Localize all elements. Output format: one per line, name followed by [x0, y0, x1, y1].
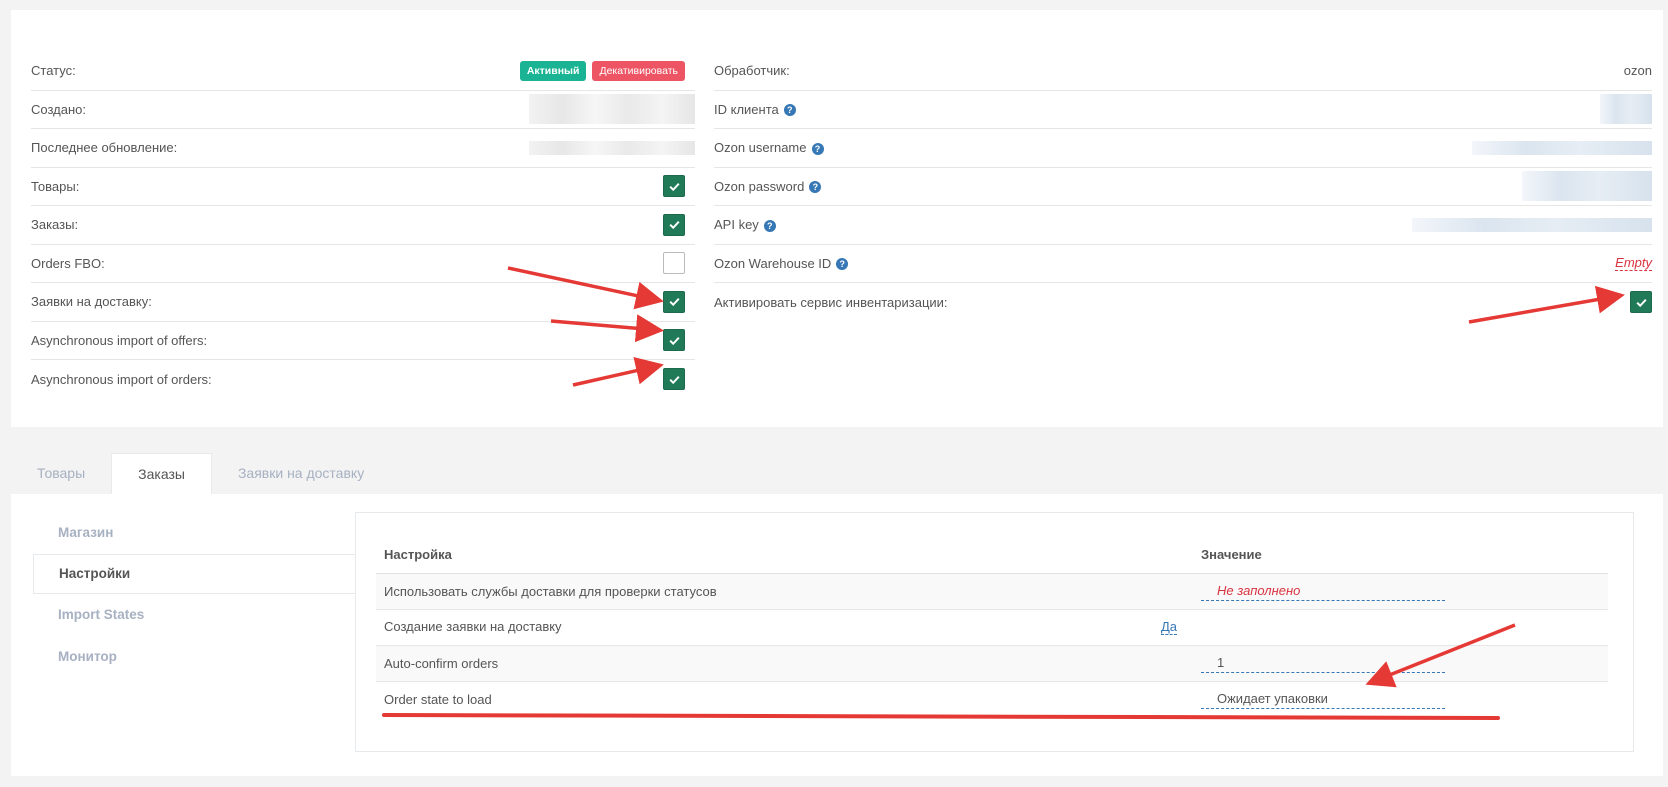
handler-value: ozon	[1623, 63, 1652, 79]
orders-row: Заказы:	[31, 206, 695, 245]
side-item-monitor[interactable]: Монитор	[33, 636, 356, 678]
check-icon	[668, 375, 680, 384]
handler-row: Обработчик: ozon	[714, 52, 1652, 91]
inventory-service-checkbox[interactable]	[1630, 291, 1652, 314]
created-label: Создано:	[31, 101, 86, 117]
client-id-row: ID клиента?	[714, 91, 1652, 129]
question-icon[interactable]: ?	[783, 104, 796, 117]
ozon-username-row: Ozon username?	[714, 129, 1652, 168]
warehouse-id-label: Ozon Warehouse ID?	[714, 256, 1615, 271]
setting-name: Создание заявки на доставку	[384, 619, 562, 634]
orders-fbo-row: Orders FBO:	[31, 245, 695, 283]
check-icon	[668, 182, 680, 191]
table-row: Использовать службы доставки для проверк…	[376, 572, 1608, 609]
orders-label: Заказы:	[31, 217, 79, 233]
status-left-column: Статус: Активный Декативировать Создано:…	[31, 52, 695, 399]
setting-name: Использовать службы доставки для проверк…	[376, 572, 1193, 609]
setting-value-editable[interactable]: Не заполнено	[1201, 581, 1445, 601]
client-id-label: ID клиента?	[714, 102, 1600, 117]
warehouse-id-row: Ozon Warehouse ID? Empty	[714, 245, 1652, 283]
async-orders-row: Asynchronous import of orders:	[31, 360, 695, 399]
check-icon	[1635, 298, 1647, 307]
handler-label: Обработчик:	[714, 63, 790, 79]
delivery-requests-label: Заявки на доставку:	[31, 294, 152, 310]
deactivate-button[interactable]: Декативировать	[592, 60, 685, 81]
setting-value-editable[interactable]: 1	[1201, 653, 1445, 673]
async-offers-row: Asynchronous import of offers:	[31, 322, 695, 360]
main-tabs: Товары Заказы Заявки на доставку	[11, 453, 390, 494]
products-checkbox[interactable]	[663, 175, 685, 198]
inventory-service-label: Активировать сервис инвентаризации:	[714, 294, 948, 310]
redacted-value	[1600, 94, 1652, 125]
settings-header-name: Настройка	[376, 537, 1193, 574]
orders-fbo-checkbox[interactable]	[663, 252, 685, 275]
settings-box: Настройка Значение Использовать службы д…	[355, 512, 1634, 752]
setting-name: Order state to load	[376, 680, 1193, 717]
client-id-text: ID клиента	[714, 101, 779, 117]
api-key-label: API key?	[714, 217, 1412, 232]
setting-name-cell: Создание заявки на доставку Да	[376, 608, 1193, 645]
orders-checkbox[interactable]	[663, 213, 685, 236]
async-orders-checkbox[interactable]	[663, 368, 685, 391]
last-update-row: Последнее обновление:	[31, 129, 695, 168]
ozon-password-row: Ozon password?	[714, 168, 1652, 206]
redacted-value	[529, 140, 695, 155]
last-update-label: Последнее обновление:	[31, 140, 178, 156]
inventory-service-row: Активировать сервис инвентаризации:	[714, 283, 1652, 322]
table-row: Order state to load Ожидает упаковки	[376, 680, 1608, 717]
question-icon[interactable]: ?	[811, 142, 824, 155]
warehouse-id-text: Ozon Warehouse ID	[714, 255, 832, 271]
table-row: Auto-confirm orders 1	[376, 644, 1608, 681]
status-label: Статус:	[31, 63, 76, 79]
async-offers-label: Asynchronous import of offers:	[31, 332, 208, 348]
side-nav: Магазин Настройки Import States Монитор	[33, 512, 356, 678]
active-status-badge: Активный	[519, 60, 587, 81]
check-icon	[668, 221, 680, 230]
orders-fbo-label: Orders FBO:	[31, 255, 105, 271]
question-icon[interactable]: ?	[763, 219, 776, 232]
api-key-row: API key?	[714, 206, 1652, 245]
tab-products[interactable]: Товары	[11, 453, 111, 494]
products-label: Товары:	[31, 178, 80, 194]
orders-tab-content: Магазин Настройки Import States Монитор …	[11, 494, 1663, 776]
question-icon[interactable]: ?	[809, 181, 822, 194]
async-orders-label: Asynchronous import of orders:	[31, 371, 212, 387]
redacted-value	[529, 94, 695, 125]
warehouse-id-empty-link[interactable]: Empty	[1615, 255, 1652, 272]
status-panel: Статус: Активный Декативировать Создано:…	[11, 10, 1663, 427]
products-row: Товары:	[31, 168, 695, 206]
ozon-password-label: Ozon password?	[714, 179, 1522, 194]
settings-table: Настройка Значение Использовать службы д…	[376, 537, 1608, 717]
question-icon[interactable]: ?	[836, 258, 849, 271]
setting-name: Auto-confirm orders	[376, 644, 1193, 681]
status-row: Статус: Активный Декативировать	[31, 52, 695, 91]
setting-value-editable[interactable]: Да	[1160, 619, 1177, 635]
ozon-username-label: Ozon username?	[714, 140, 1472, 155]
redacted-value	[1522, 171, 1652, 202]
check-icon	[668, 336, 680, 345]
tab-orders[interactable]: Заказы	[111, 453, 212, 494]
side-item-settings[interactable]: Настройки	[33, 554, 356, 594]
tab-delivery-requests[interactable]: Заявки на доставку	[212, 453, 390, 494]
side-item-import-states[interactable]: Import States	[33, 594, 356, 636]
status-right-column: Обработчик: ozon ID клиента? Ozon userna…	[714, 52, 1652, 322]
settings-header-value: Значение	[1193, 537, 1608, 574]
side-item-store[interactable]: Магазин	[33, 512, 356, 554]
ozon-password-text: Ozon password	[714, 178, 805, 194]
check-icon	[668, 298, 680, 307]
table-row: Создание заявки на доставку Да	[376, 608, 1608, 645]
delivery-requests-checkbox[interactable]	[663, 290, 685, 313]
redacted-value	[1412, 217, 1652, 232]
ozon-username-text: Ozon username	[714, 140, 807, 156]
api-key-text: API key	[714, 217, 759, 233]
async-offers-checkbox[interactable]	[663, 329, 685, 352]
created-row: Создано:	[31, 91, 695, 129]
redacted-value	[1472, 140, 1652, 155]
setting-value-editable[interactable]: Ожидает упаковки	[1201, 689, 1445, 710]
delivery-requests-row: Заявки на доставку:	[31, 283, 695, 322]
